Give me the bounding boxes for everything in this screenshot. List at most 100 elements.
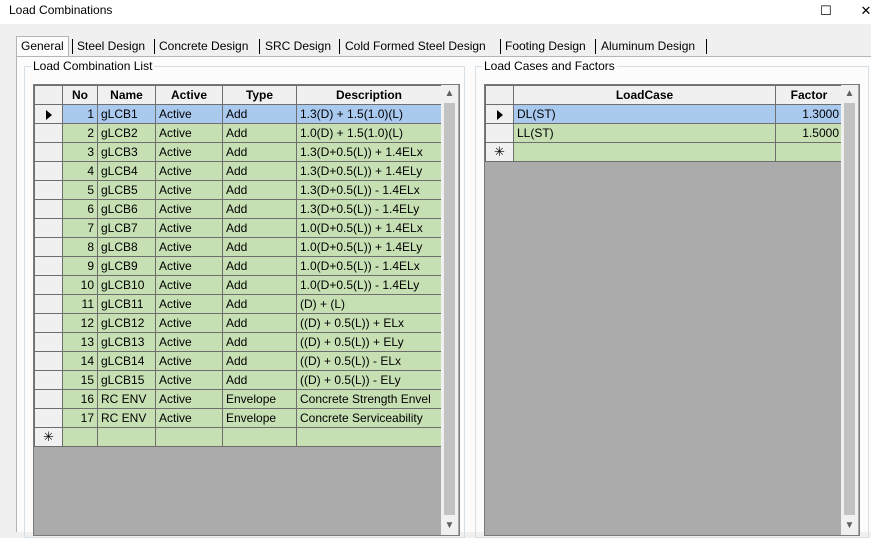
cell-no[interactable]: 2: [62, 123, 98, 143]
cell-active[interactable]: Active: [155, 370, 223, 390]
left-grid-scrollbar[interactable]: ▲ ▼: [441, 85, 458, 535]
cell-description[interactable]: (D) + (L): [296, 294, 442, 314]
cell-description[interactable]: 1.3(D+0.5(L)) - 1.4ELy: [296, 199, 442, 219]
cell-type[interactable]: [222, 427, 297, 447]
tab-steel-design[interactable]: Steel Design: [77, 38, 145, 55]
cell-no[interactable]: 11: [62, 294, 98, 314]
row-header[interactable]: [34, 218, 63, 238]
row-header[interactable]: [34, 123, 63, 143]
tab-concrete-design[interactable]: Concrete Design: [159, 38, 248, 55]
cell-type[interactable]: Add: [222, 142, 297, 162]
column-header-no[interactable]: No: [62, 85, 98, 105]
cell-active[interactable]: Active: [155, 161, 223, 181]
cell-active[interactable]: Active: [155, 332, 223, 352]
cell-no[interactable]: 10: [62, 275, 98, 295]
row-header[interactable]: [34, 180, 63, 200]
scroll-up-icon[interactable]: ▲: [841, 85, 858, 102]
maximize-icon[interactable]: ☐: [806, 0, 846, 22]
cell-name[interactable]: gLCB8: [97, 237, 156, 257]
cell-active[interactable]: Active: [155, 389, 223, 409]
cell-name[interactable]: gLCB10: [97, 275, 156, 295]
cell-type[interactable]: Add: [222, 370, 297, 390]
row-header[interactable]: [34, 256, 63, 276]
cell-type[interactable]: Add: [222, 199, 297, 219]
cell-active[interactable]: Active: [155, 180, 223, 200]
row-header[interactable]: [485, 123, 514, 143]
cell-loadcase[interactable]: [513, 142, 776, 162]
table-row[interactable]: 12 gLCB12 Active Add ((D) + 0.5(L)) + EL…: [34, 313, 442, 333]
row-header[interactable]: [34, 294, 63, 314]
cell-type[interactable]: Add: [222, 275, 297, 295]
table-row[interactable]: 14 gLCB14 Active Add ((D) + 0.5(L)) - EL…: [34, 351, 442, 371]
cell-type[interactable]: Add: [222, 161, 297, 181]
row-header[interactable]: [485, 104, 514, 124]
column-header-type[interactable]: Type: [222, 85, 297, 105]
cell-description[interactable]: 1.0(D+0.5(L)) + 1.4ELx: [296, 218, 442, 238]
cell-type[interactable]: Envelope: [222, 389, 297, 409]
table-row[interactable]: 3 gLCB3 Active Add 1.3(D+0.5(L)) + 1.4EL…: [34, 142, 442, 162]
column-header-name[interactable]: Name: [97, 85, 156, 105]
load-case-grid[interactable]: LoadCase Factor DL(ST) 1.3000 LL(ST) 1.5…: [484, 84, 860, 536]
cell-type[interactable]: Add: [222, 180, 297, 200]
scroll-thumb[interactable]: [444, 103, 455, 515]
cell-active[interactable]: Active: [155, 408, 223, 428]
cell-no[interactable]: 3: [62, 142, 98, 162]
cell-description[interactable]: 1.3(D+0.5(L)) - 1.4ELx: [296, 180, 442, 200]
cell-factor[interactable]: [775, 142, 843, 162]
tab-cold-formed-steel-design[interactable]: Cold Formed Steel Design: [345, 38, 486, 55]
cell-name[interactable]: gLCB6: [97, 199, 156, 219]
cell-description[interactable]: 1.0(D+0.5(L)) - 1.4ELx: [296, 256, 442, 276]
scroll-thumb[interactable]: [844, 103, 855, 515]
cell-name[interactable]: gLCB14: [97, 351, 156, 371]
table-row[interactable]: 10 gLCB10 Active Add 1.0(D+0.5(L)) - 1.4…: [34, 275, 442, 295]
cell-no[interactable]: 6: [62, 199, 98, 219]
cell-no[interactable]: 15: [62, 370, 98, 390]
cell-active[interactable]: Active: [155, 275, 223, 295]
table-row[interactable]: 2 gLCB2 Active Add 1.0(D) + 1.5(1.0)(L): [34, 123, 442, 143]
cell-name[interactable]: gLCB5: [97, 180, 156, 200]
right-grid-scrollbar[interactable]: ▲ ▼: [841, 85, 858, 535]
row-header[interactable]: [34, 237, 63, 257]
table-row[interactable]: 17 RC ENV Active Envelope Concrete Servi…: [34, 408, 442, 428]
tab-footing-design[interactable]: Footing Design: [505, 38, 586, 55]
cell-factor[interactable]: 1.5000: [775, 123, 843, 143]
column-header-factor[interactable]: Factor: [775, 85, 843, 105]
table-row[interactable]: 7 gLCB7 Active Add 1.0(D+0.5(L)) + 1.4EL…: [34, 218, 442, 238]
cell-type[interactable]: Add: [222, 294, 297, 314]
table-row[interactable]: 8 gLCB8 Active Add 1.0(D+0.5(L)) + 1.4EL…: [34, 237, 442, 257]
cell-no[interactable]: 1: [62, 104, 98, 124]
cell-active[interactable]: [155, 427, 223, 447]
cell-type[interactable]: Add: [222, 313, 297, 333]
cell-description[interactable]: 1.3(D) + 1.5(1.0)(L): [296, 104, 442, 124]
table-row[interactable]: DL(ST) 1.3000: [485, 104, 843, 124]
row-header[interactable]: [34, 313, 63, 333]
cell-active[interactable]: Active: [155, 256, 223, 276]
tab-aluminum-design[interactable]: Aluminum Design: [601, 38, 695, 55]
cell-name[interactable]: gLCB3: [97, 142, 156, 162]
table-row[interactable]: 9 gLCB9 Active Add 1.0(D+0.5(L)) - 1.4EL…: [34, 256, 442, 276]
cell-name[interactable]: gLCB1: [97, 104, 156, 124]
cell-description[interactable]: ((D) + 0.5(L)) - ELx: [296, 351, 442, 371]
cell-no[interactable]: 14: [62, 351, 98, 371]
cell-no[interactable]: 12: [62, 313, 98, 333]
row-header[interactable]: [34, 389, 63, 409]
cell-no[interactable]: 5: [62, 180, 98, 200]
cell-name[interactable]: gLCB7: [97, 218, 156, 238]
cell-no[interactable]: [62, 427, 98, 447]
tab-src-design[interactable]: SRC Design: [265, 38, 331, 55]
cell-active[interactable]: Active: [155, 313, 223, 333]
cell-description[interactable]: 1.0(D) + 1.5(1.0)(L): [296, 123, 442, 143]
cell-no[interactable]: 8: [62, 237, 98, 257]
new-row[interactable]: ✳: [485, 142, 843, 162]
row-header[interactable]: ✳: [485, 142, 514, 162]
row-header[interactable]: [34, 199, 63, 219]
table-row[interactable]: 16 RC ENV Active Envelope Concrete Stren…: [34, 389, 442, 409]
cell-no[interactable]: 4: [62, 161, 98, 181]
scroll-up-icon[interactable]: ▲: [441, 85, 458, 102]
cell-name[interactable]: gLCB9: [97, 256, 156, 276]
cell-no[interactable]: 7: [62, 218, 98, 238]
row-header[interactable]: [34, 161, 63, 181]
scroll-down-icon[interactable]: ▼: [841, 517, 858, 534]
cell-description[interactable]: 1.3(D+0.5(L)) + 1.4ELx: [296, 142, 442, 162]
cell-description[interactable]: [296, 427, 442, 447]
